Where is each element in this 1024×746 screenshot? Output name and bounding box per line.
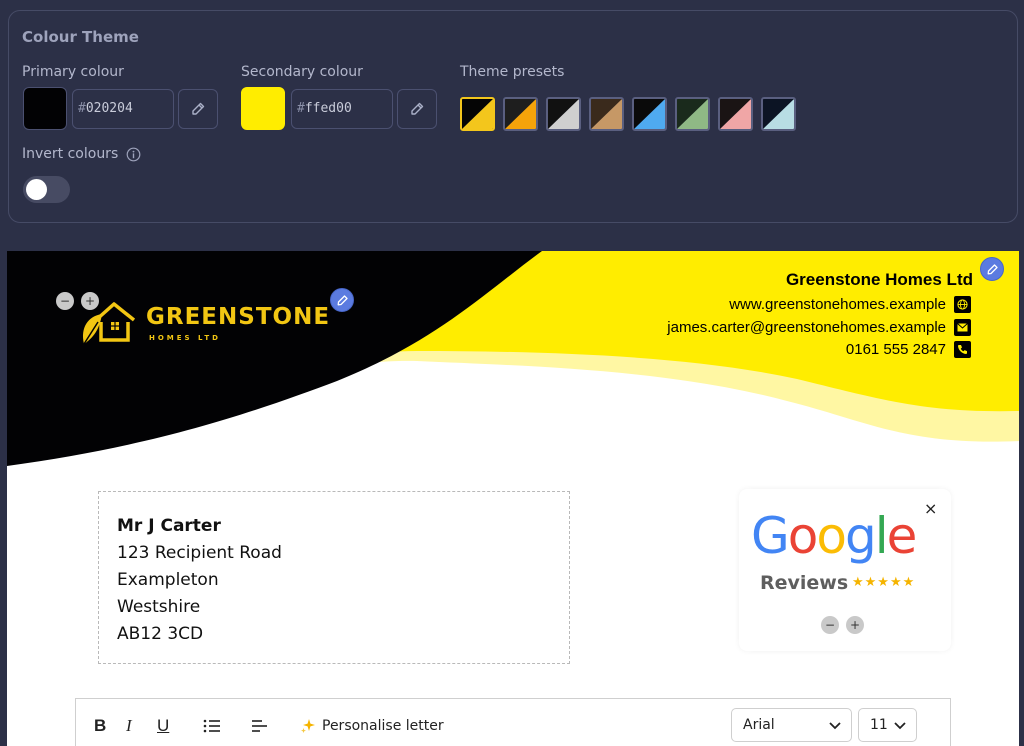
- address-line-3: Westshire: [117, 597, 201, 617]
- phone-text: 0161 555 2847: [845, 341, 946, 358]
- phone-icon: [954, 341, 971, 358]
- logo-zoom-out-button[interactable]: −: [56, 292, 74, 310]
- secondary-hex-input[interactable]: #ffed00: [291, 89, 393, 129]
- secondary-colour-swatch[interactable]: [241, 87, 285, 130]
- recipient-name: Mr J Carter: [117, 516, 221, 536]
- primary-eyedropper-button[interactable]: [178, 89, 218, 129]
- theme-preset-4[interactable]: [589, 97, 624, 131]
- primary-colour-label: Primary colour: [22, 64, 124, 80]
- bullet-list-icon[interactable]: [203, 718, 221, 734]
- chevron-down-icon: [829, 722, 841, 730]
- theme-preset-8[interactable]: [761, 97, 796, 131]
- badge-zoom-in-button[interactable]: +: [846, 616, 864, 634]
- personalise-letter-button[interactable]: Personalise letter: [300, 718, 444, 734]
- rating-stars: ★★★★★: [852, 575, 916, 590]
- editor-toolbar: B I U Personalise letter Arial 11: [75, 698, 951, 746]
- font-family-value: Arial: [743, 717, 775, 733]
- underline-button[interactable]: U: [157, 716, 169, 736]
- pencil-icon: [987, 263, 998, 274]
- theme-preset-3[interactable]: [546, 97, 581, 131]
- panel-title: Colour Theme: [22, 28, 139, 46]
- primary-hex-input[interactable]: #020204: [72, 89, 174, 129]
- invert-colours-toggle[interactable]: [23, 176, 70, 203]
- personalise-letter-label: Personalise letter: [322, 718, 444, 734]
- chevron-down-icon: [894, 722, 906, 730]
- logo-edit-button[interactable]: [330, 288, 354, 312]
- email-text: james.carter@greenstonehomes.example: [667, 319, 946, 336]
- eyedropper-icon: [411, 102, 424, 115]
- eyedropper-icon: [192, 102, 205, 115]
- envelope-icon: [954, 319, 971, 336]
- address-line-2: Exampleton: [117, 570, 219, 590]
- secondary-colour-label: Secondary colour: [241, 64, 363, 80]
- font-size-value: 11: [870, 717, 888, 733]
- company-name: Greenstone Homes Ltd: [785, 270, 973, 289]
- recipient-address-box[interactable]: Mr J Carter 123 Recipient Road Exampleto…: [98, 491, 570, 664]
- toggle-knob: [26, 179, 47, 200]
- website-text: www.greenstonehomes.example: [729, 296, 946, 313]
- info-icon[interactable]: [126, 147, 141, 162]
- italic-button[interactable]: I: [126, 716, 132, 736]
- theme-preset-5[interactable]: [632, 97, 667, 131]
- address-postcode: AB12 3CD: [117, 624, 204, 644]
- logo-sub-text: HOMES LTD: [149, 334, 221, 342]
- theme-presets-label: Theme presets: [460, 64, 565, 80]
- details-edit-button[interactable]: [980, 257, 1004, 281]
- font-family-select[interactable]: Arial: [731, 708, 852, 742]
- globe-icon: [954, 296, 971, 313]
- bold-button[interactable]: B: [94, 716, 106, 736]
- colour-theme-panel: Colour Theme Primary colour #020204 Seco…: [8, 10, 1018, 223]
- theme-preset-7[interactable]: [718, 97, 753, 131]
- font-size-select[interactable]: 11: [858, 708, 917, 742]
- google-logo-text: Google: [751, 507, 917, 565]
- secondary-eyedropper-button[interactable]: [397, 89, 437, 129]
- address-line-1: 123 Recipient Road: [117, 543, 282, 563]
- logo-main-text: GREENSTONE: [146, 304, 331, 330]
- logo-zoom-in-button[interactable]: +: [81, 292, 99, 310]
- badge-zoom-out-button[interactable]: −: [821, 616, 839, 634]
- letter-preview: GREENSTONE HOMES LTD − + Greenstone Home…: [7, 251, 1019, 746]
- theme-preset-6[interactable]: [675, 97, 710, 131]
- sparkle-icon: [301, 719, 315, 733]
- theme-preset-2[interactable]: [503, 97, 538, 131]
- primary-colour-swatch[interactable]: [23, 87, 67, 130]
- google-reviews-badge[interactable]: × Google Reviews ★★★★★ − +: [739, 489, 951, 651]
- invert-colours-label: Invert colours: [22, 146, 119, 162]
- theme-preset-1[interactable]: [460, 97, 495, 131]
- pencil-icon: [337, 294, 348, 305]
- close-icon[interactable]: ×: [924, 499, 937, 518]
- align-left-icon[interactable]: [251, 718, 269, 734]
- reviews-text: Reviews: [760, 572, 849, 594]
